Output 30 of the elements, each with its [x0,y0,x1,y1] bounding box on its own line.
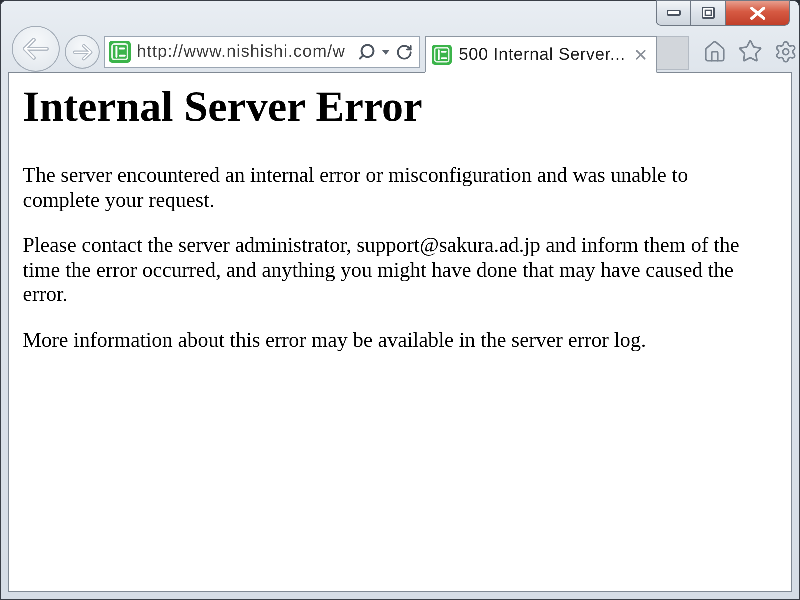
search-icon [358,43,376,61]
minimize-icon [666,10,680,16]
error-paragraph: The server encountered an internal error or misconfiguration and was unable to complete your request. [23,163,690,212]
settings-button[interactable] [774,40,798,64]
address-field[interactable]: http://www.nishishi.com/w [104,36,420,68]
close-button[interactable] [726,0,790,26]
star-icon [738,39,763,64]
error-paragraph: Please contact the server administrator, support@sakura.ad.jp and inform them of the time the error occurred, and anything you might have done that may have caused the error. [23,233,741,306]
restore-button[interactable] [691,0,726,26]
minimize-button[interactable] [656,0,691,26]
arrow-right-icon [72,44,92,60]
favicon-icon [109,41,131,63]
error-paragraph: More information about this error may be available in the server error log. [23,328,648,352]
browser-tab[interactable]: 500 Internal Server... [425,36,657,73]
refresh-icon [396,44,413,60]
restore-icon [702,7,714,19]
error-heading: Internal Server Error [23,83,424,133]
dropdown-button[interactable] [382,50,390,54]
favorites-button[interactable] [738,39,763,64]
home-icon [703,40,727,64]
close-icon [750,6,766,20]
home-button[interactable] [703,40,727,64]
arrow-left-icon [23,38,49,60]
refresh-button[interactable] [396,44,413,60]
settings-icon [774,40,798,64]
favicon-icon [432,44,452,64]
search-button[interactable] [358,43,376,61]
forward-button[interactable] [65,35,100,69]
back-button[interactable] [12,26,60,72]
caret-icon [382,50,390,54]
